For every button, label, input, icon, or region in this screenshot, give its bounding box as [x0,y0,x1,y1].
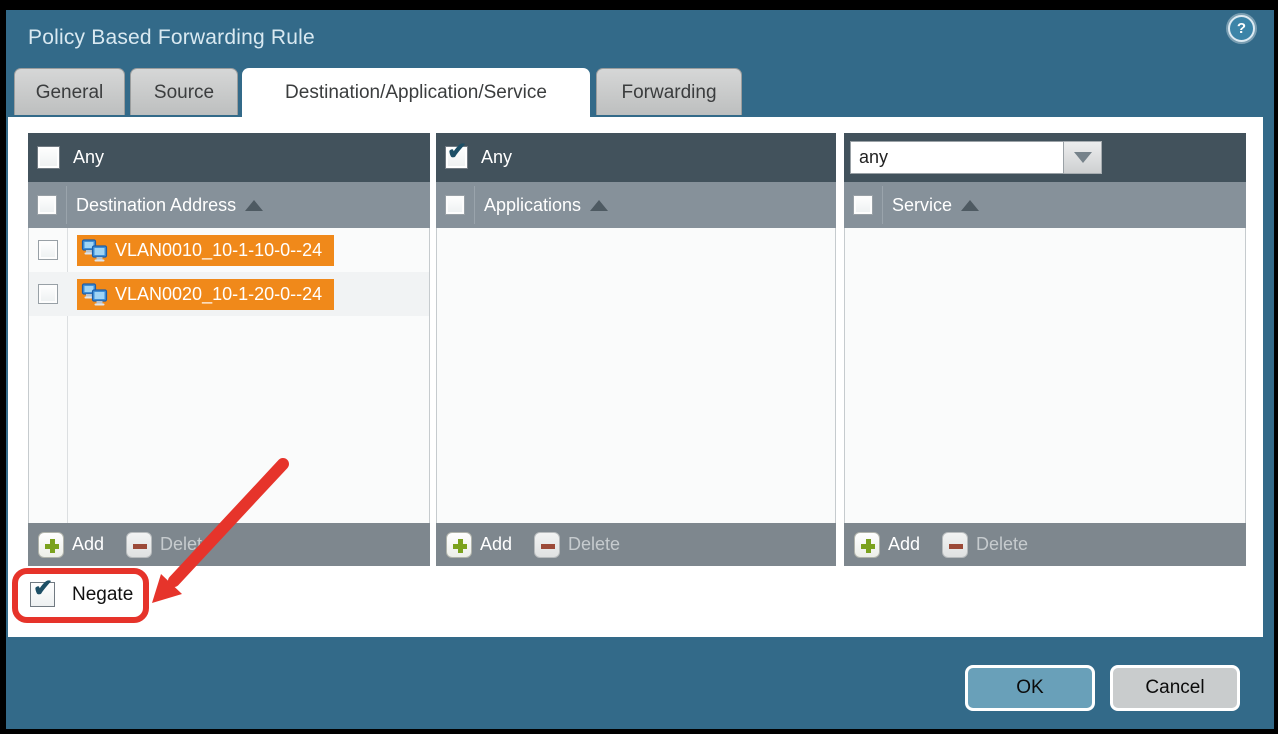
tab-source[interactable]: Source [130,68,238,115]
service-dropdown[interactable] [850,141,1102,174]
address-object-chip[interactable]: VLAN0020_10-1-20-0--24 [77,279,334,310]
delete-icon[interactable] [126,532,152,558]
destination-column-header[interactable]: Destination Address [28,182,430,228]
destination-any-bar: Any [28,133,430,182]
applications-any-label: Any [481,147,512,168]
column-divider [882,186,883,224]
check-icon: ✔ [447,140,467,164]
applications-list [436,228,836,523]
applications-any-bar: ✔ Any [436,133,836,182]
dropdown-button[interactable] [1064,141,1102,174]
delete-button[interactable]: Delete [976,534,1028,555]
row-checkbox[interactable] [38,240,58,260]
tab-destination-application-service[interactable]: Destination/Application/Service [242,68,590,119]
service-dropdown-input[interactable] [850,141,1064,174]
network-icon [81,282,108,307]
add-button[interactable]: Add [72,534,104,555]
check-icon: ✔ [33,577,53,601]
applications-selectall-checkbox[interactable] [445,195,465,215]
service-column-label: Service [892,195,952,216]
destination-address-panel: Any Destination Address [28,133,430,566]
applications-actions-bar: Add Delete [436,523,836,566]
applications-any-checkbox[interactable]: ✔ [445,146,468,169]
destination-list: VLAN0010_10-1-10-0--24 [28,228,430,523]
help-icon[interactable]: ? [1228,15,1255,42]
service-selectall-checkbox[interactable] [853,195,873,215]
sort-ascending-icon [961,200,979,211]
chevron-down-icon [1074,152,1092,163]
pbf-rule-dialog: Policy Based Forwarding Rule ? General S… [6,10,1274,729]
delete-icon[interactable] [534,532,560,558]
column-divider [66,186,67,224]
row-checkbox[interactable] [38,284,58,304]
service-panel: Service Add Delete [844,133,1246,566]
negate-control: ✔ Negate [30,582,133,607]
destination-any-checkbox[interactable] [37,146,60,169]
destination-column-label: Destination Address [76,195,236,216]
dialog-title: Policy Based Forwarding Rule [28,26,315,50]
add-icon[interactable] [854,532,880,558]
address-object-chip[interactable]: VLAN0010_10-1-10-0--24 [77,235,334,266]
service-column-header[interactable]: Service [844,182,1246,228]
table-row: VLAN0010_10-1-10-0--24 [29,228,429,272]
cancel-button[interactable]: Cancel [1110,665,1240,711]
negate-checkbox[interactable]: ✔ [30,582,55,607]
service-actions-bar: Add Delete [844,523,1246,566]
sort-ascending-icon [590,200,608,211]
add-button[interactable]: Add [480,534,512,555]
network-icon [81,238,108,263]
tab-content: Any Destination Address [8,117,1263,637]
address-object-label: VLAN0010_10-1-10-0--24 [115,240,322,261]
tab-forwarding[interactable]: Forwarding [596,68,742,115]
tab-general[interactable]: General [14,68,125,115]
table-row: VLAN0020_10-1-20-0--24 [29,272,429,316]
destination-actions-bar: Add Delete [28,523,430,566]
applications-column-header[interactable]: Applications [436,182,836,228]
service-dropdown-bar [844,133,1246,182]
add-icon[interactable] [38,532,64,558]
sort-ascending-icon [245,200,263,211]
ok-button[interactable]: OK [965,665,1095,711]
negate-label: Negate [72,584,133,606]
delete-button[interactable]: Delete [160,534,212,555]
delete-button[interactable]: Delete [568,534,620,555]
delete-icon[interactable] [942,532,968,558]
applications-panel: ✔ Any Applications Add Delete [436,133,836,566]
applications-column-label: Applications [484,195,581,216]
destination-selectall-checkbox[interactable] [37,195,57,215]
service-list [844,228,1246,523]
add-icon[interactable] [446,532,472,558]
column-divider [474,186,475,224]
destination-any-label: Any [73,147,104,168]
add-button[interactable]: Add [888,534,920,555]
address-object-label: VLAN0020_10-1-20-0--24 [115,284,322,305]
